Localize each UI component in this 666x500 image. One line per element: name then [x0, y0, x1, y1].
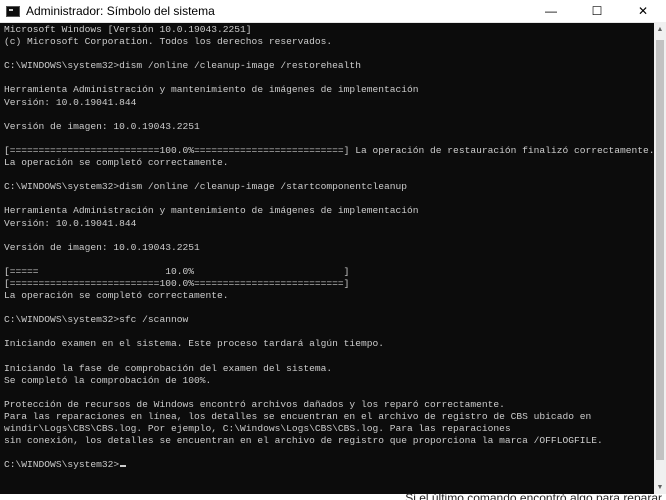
- console-line: [===== 10.0% ]: [4, 265, 350, 277]
- console-line: C:\WINDOWS\system32>sfc /scannow: [4, 314, 189, 326]
- console-line: Versión de imagen: 10.0.19043.2251: [4, 241, 200, 253]
- console-line: Versión: 10.0.19041.844: [4, 96, 137, 108]
- title-bar[interactable]: Administrador: Símbolo del sistema — ☐ ✕: [0, 0, 666, 23]
- console-line: sin conexión, los detalles se encuentran…: [4, 435, 603, 447]
- console-line: Versión: 10.0.19041.844: [4, 217, 137, 229]
- maximize-button[interactable]: ☐: [574, 0, 620, 22]
- console-line: Para las reparaciones en línea, los deta…: [4, 411, 592, 422]
- console-line: C:\WINDOWS\system32>: [4, 459, 654, 471]
- scroll-up-icon[interactable]: ▲: [654, 22, 666, 36]
- console-line: Se completó la comprobación de 100%.: [4, 374, 212, 386]
- console-line: C:\WINDOWS\system32>dism /online /cleanu…: [4, 60, 361, 72]
- console-line: Iniciando la fase de comprobación del ex…: [4, 362, 333, 374]
- close-button[interactable]: ✕: [620, 0, 666, 22]
- window-title: Administrador: Símbolo del sistema: [26, 4, 215, 18]
- minimize-button[interactable]: —: [528, 0, 574, 22]
- console-line: Herramienta Administración y mantenimien…: [4, 84, 419, 96]
- vertical-scrollbar[interactable]: ▲ ▼: [654, 22, 666, 494]
- console-line: Protección de recursos de Windows encont…: [4, 398, 505, 410]
- console-output[interactable]: Microsoft Windows [Versión 10.0.19043.22…: [0, 22, 654, 494]
- console-line: Herramienta Administración y mantenimien…: [4, 205, 419, 217]
- console-line: (c) Microsoft Corporation. Todos los der…: [4, 36, 333, 48]
- console-line: Microsoft Windows [Versión 10.0.19043.22…: [4, 24, 252, 35]
- scroll-thumb[interactable]: [656, 40, 664, 460]
- console-line: La operación se completó correctamente.: [4, 157, 229, 169]
- console-line: Iniciando examen en el sistema. Este pro…: [4, 338, 384, 350]
- console-line: [==========================100.0%=======…: [4, 277, 350, 289]
- console-line: [==========================100.0%=======…: [4, 144, 654, 156]
- window-controls: — ☐ ✕: [528, 0, 666, 22]
- console-line: Versión de imagen: 10.0.19043.2251: [4, 120, 200, 132]
- cmd-app-icon: [6, 5, 20, 17]
- text-cursor: [120, 465, 127, 468]
- console-line: C:\WINDOWS\system32>dism /online /cleanu…: [4, 181, 408, 193]
- background-window-strip: Si el último comando encontró algo para …: [0, 491, 666, 500]
- console-line: windir\Logs\CBS\CBS.log. Por ejemplo, C:…: [4, 423, 511, 435]
- console-line: La operación se completó correctamente.: [4, 290, 229, 302]
- command-prompt-window: Administrador: Símbolo del sistema — ☐ ✕…: [0, 0, 666, 500]
- background-partial-text: Si el último comando encontró algo para …: [405, 491, 662, 500]
